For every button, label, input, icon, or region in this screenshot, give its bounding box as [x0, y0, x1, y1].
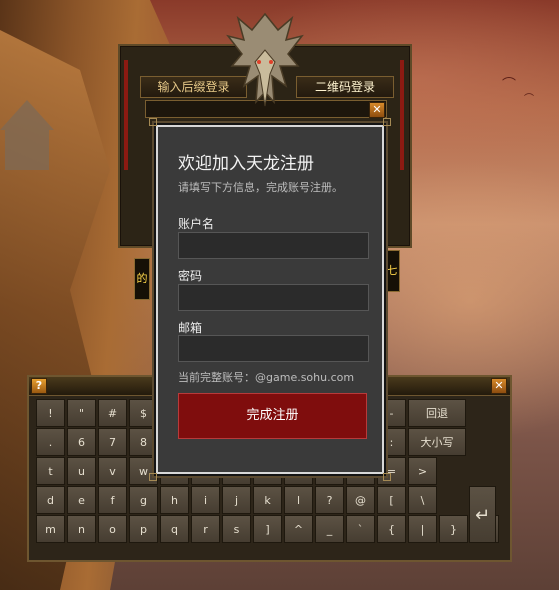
account-label: 账户名 — [178, 217, 215, 231]
key[interactable]: f — [98, 486, 127, 514]
key[interactable]: _ — [315, 515, 344, 543]
key[interactable]: d — [36, 486, 65, 514]
key[interactable]: ^ — [284, 515, 313, 543]
key[interactable]: { — [377, 515, 406, 543]
key[interactable]: j — [222, 486, 251, 514]
key[interactable]: \ — [408, 486, 437, 514]
key[interactable]: r — [191, 515, 220, 543]
email-label: 邮箱 — [178, 321, 203, 335]
register-dialog: 欢迎加入天龙注册 请填写下方信息，完成账号注册。 账户名 密码 邮箱 当前完整账… — [149, 118, 391, 481]
key[interactable]: t — [36, 457, 65, 485]
help-icon[interactable]: ? — [31, 378, 47, 394]
account-note: 当前完整账号：@game.sohu.com — [178, 371, 355, 384]
caps-key[interactable]: 大小写 — [408, 428, 466, 456]
key[interactable]: o — [98, 515, 127, 543]
key[interactable]: p — [129, 515, 158, 543]
key[interactable]: [ — [377, 486, 406, 514]
frame-corner — [383, 118, 391, 126]
bird-icon: ⌒ — [524, 94, 534, 105]
side-label-right: 七 — [384, 250, 400, 292]
key[interactable]: n — [67, 515, 96, 543]
key[interactable]: u — [67, 457, 96, 485]
key[interactable]: > — [408, 457, 437, 485]
key[interactable]: s — [222, 515, 251, 543]
frame-corner — [149, 118, 157, 126]
key[interactable]: 7 — [98, 428, 127, 456]
key[interactable]: $ — [129, 399, 158, 427]
right-tassel — [400, 60, 404, 170]
password-label: 密码 — [178, 269, 203, 283]
side-label-left: 的 — [134, 258, 150, 300]
key[interactable]: } — [439, 515, 468, 543]
key[interactable]: ` — [346, 515, 375, 543]
key[interactable]: | — [408, 515, 437, 543]
close-icon[interactable]: ✕ — [369, 102, 385, 118]
register-subtitle: 请填写下方信息，完成账号注册。 — [178, 181, 343, 194]
key[interactable]: 8 — [129, 428, 158, 456]
key[interactable]: e — [67, 486, 96, 514]
key[interactable]: ! — [36, 399, 65, 427]
tab-qr-login[interactable]: 二维码登录 — [296, 76, 394, 98]
frame-corner — [383, 473, 391, 481]
key[interactable]: k — [253, 486, 282, 514]
account-input[interactable] — [178, 232, 369, 259]
key[interactable]: # — [98, 399, 127, 427]
left-tassel — [124, 60, 128, 170]
key[interactable]: q — [160, 515, 189, 543]
password-input[interactable] — [178, 284, 369, 311]
register-title: 欢迎加入天龙注册 — [178, 154, 314, 174]
key-row: m n o p q r s ] ^ _ ` { | } ~ — [36, 515, 501, 543]
key[interactable]: 6 — [67, 428, 96, 456]
key-row: d e f g h i j k l ? @ [ \ — [36, 486, 501, 514]
keyboard-close-icon[interactable]: ✕ — [491, 378, 507, 394]
key[interactable]: @ — [346, 486, 375, 514]
submit-register-button[interactable]: 完成注册 — [178, 393, 367, 439]
key[interactable]: v — [98, 457, 127, 485]
bird-icon: ⌒ — [502, 77, 516, 93]
key[interactable]: l — [284, 486, 313, 514]
key[interactable]: i — [191, 486, 220, 514]
email-input[interactable] — [178, 335, 369, 362]
key[interactable]: . — [36, 428, 65, 456]
enter-key[interactable]: ↵ — [469, 486, 496, 543]
frame-corner — [149, 473, 157, 481]
key[interactable]: m — [36, 515, 65, 543]
key[interactable]: ] — [253, 515, 282, 543]
key[interactable]: g — [129, 486, 158, 514]
dragon-emblem-icon — [226, 12, 304, 107]
key[interactable]: h — [160, 486, 189, 514]
key[interactable]: " — [67, 399, 96, 427]
backspace-key[interactable]: 回退 — [408, 399, 466, 427]
key[interactable]: ? — [315, 486, 344, 514]
